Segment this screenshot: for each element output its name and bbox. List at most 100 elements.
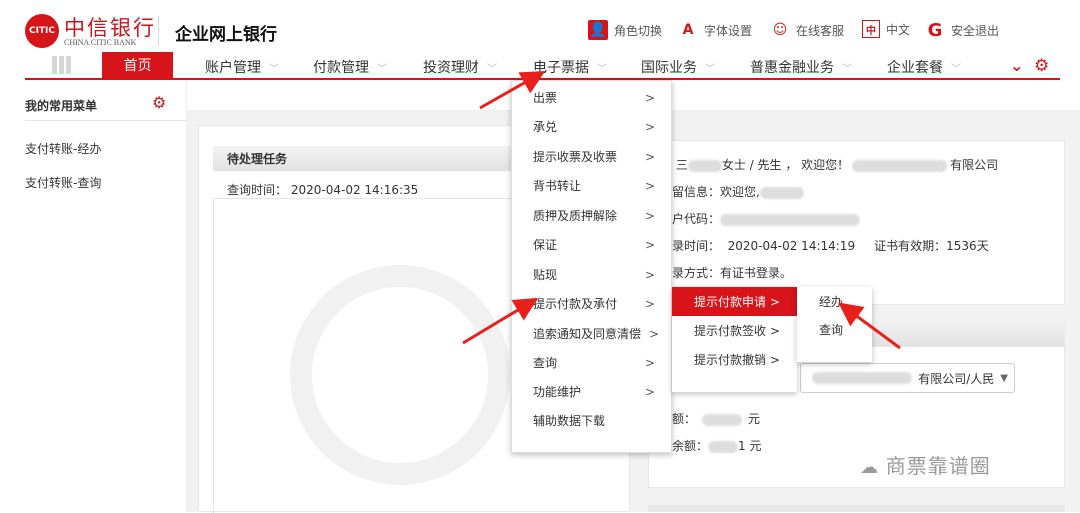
- text: 女士 / 先生 ， 欢迎您！: [721, 158, 850, 172]
- menu-item-active[interactable]: 提示付款及承付 >: [512, 289, 671, 318]
- tool-label: 字体设置: [704, 23, 753, 38]
- logo-english: CHINA CITIC BANK: [64, 38, 137, 47]
- submenu-item-active[interactable]: 提示付款申请 >: [672, 287, 797, 316]
- sidebar-item[interactable]: 支付转账-查询: [25, 174, 101, 191]
- menu-label: 提示付款及承付: [533, 297, 618, 311]
- divider: [25, 120, 187, 121]
- logout-icon: G: [927, 19, 943, 41]
- query-time-value: 2020-04-02 14:16:35: [290, 183, 419, 197]
- font-settings-button[interactable]: A 字体设置: [678, 20, 752, 40]
- user-icon: 👤: [588, 20, 608, 40]
- nav-home[interactable]: 首页: [102, 52, 173, 78]
- menu-item[interactable]: 质押及质押解除 >: [512, 201, 671, 230]
- divider: [213, 199, 214, 513]
- redacted: [759, 186, 804, 199]
- sidebar-item[interactable]: 支付转账-经办: [25, 140, 101, 157]
- nav-item[interactable]: 账户管理 ﹀: [205, 57, 279, 77]
- menu-item[interactable]: 贴现 >: [512, 260, 671, 289]
- chevron-right-icon: >: [644, 296, 655, 311]
- submenu-item[interactable]: 提示付款签收 >: [672, 316, 797, 345]
- menu-item[interactable]: 承兑 >: [512, 112, 671, 141]
- menu-label: 贴现: [533, 268, 558, 282]
- text: 1 元: [738, 439, 762, 453]
- nav-item[interactable]: 投资理财 ﹀: [423, 57, 497, 77]
- redacted: [687, 159, 722, 172]
- action-submenu: 经办 查询: [797, 287, 872, 362]
- chevron-right-icon: >: [644, 267, 655, 282]
- menu-label: 承兑: [533, 120, 558, 134]
- submenu-item[interactable]: 提示付款撤销 >: [672, 345, 797, 374]
- redacted: [812, 372, 913, 384]
- nav-item[interactable]: 付款管理 ﹀: [313, 57, 387, 77]
- redacted: [720, 213, 861, 226]
- nav-item[interactable]: 企业套餐 ﹀: [887, 57, 961, 77]
- grid-menu-icon[interactable]: [52, 56, 72, 74]
- menu-item[interactable]: 功能维护 >: [512, 377, 671, 406]
- expand-nav-icon[interactable]: ⌄: [1010, 56, 1023, 75]
- watermark: ☁ 商票靠谱圈: [860, 450, 991, 479]
- chevron-down-icon: ﹀: [487, 64, 497, 75]
- tool-label: 在线客服: [796, 23, 845, 38]
- nav-item[interactable]: 国际业务 ﹀: [641, 57, 715, 77]
- nav-label: 账户管理: [205, 60, 261, 76]
- chevron-right-icon: >: [644, 119, 655, 134]
- menu-item[interactable]: 背书转让 >: [512, 171, 671, 200]
- role-switch-button[interactable]: 👤 角色切换: [588, 20, 662, 40]
- language-icon: 中: [862, 20, 880, 38]
- gear-icon[interactable]: ⚙: [1034, 56, 1049, 76]
- logout-button[interactable]: G 安全退出: [925, 19, 1000, 41]
- nav-label: 投资理财: [423, 60, 479, 76]
- user-code: 的用户代码：: [648, 210, 861, 227]
- chevron-right-icon: >: [644, 178, 655, 193]
- chevron-right-icon: >: [644, 355, 655, 370]
- sidebar-title: 我的常用菜单: [25, 99, 98, 113]
- nav-item[interactable]: 普惠金融业务 ﹀: [750, 57, 852, 77]
- chevron-down-icon: ﹀: [597, 64, 607, 75]
- nav-label: 电子票据: [533, 60, 589, 76]
- menu-item[interactable]: 保证 >: [512, 230, 671, 259]
- tool-label: 安全退出: [951, 23, 1000, 38]
- chevron-right-icon: >: [648, 326, 659, 341]
- redacted: [702, 413, 743, 426]
- menu-label: 保证: [533, 238, 558, 252]
- citic-watermark-logo: [290, 265, 510, 485]
- dropdown-arrow-icon: ▼: [1000, 372, 1008, 384]
- nav-item[interactable]: 电子票据 ﹀: [533, 57, 607, 77]
- chevron-down-icon: ﹀: [842, 64, 852, 75]
- welcome-line: 敬的 三女士 / 先生 ， 欢迎您！有限公司: [648, 156, 998, 173]
- submenu-item-query[interactable]: 查询: [797, 315, 872, 344]
- menu-label: 辅助数据下载: [533, 414, 606, 428]
- menu-item[interactable]: 出票 >: [512, 83, 671, 112]
- chevron-down-icon: ﹀: [377, 64, 387, 75]
- submenu-item-handle[interactable]: 经办: [797, 287, 872, 316]
- menu-item[interactable]: 追索通知及同意清偿 >: [512, 319, 671, 348]
- menu-item[interactable]: 提示收票及收票 >: [512, 142, 671, 171]
- text: 有限公司: [950, 158, 999, 172]
- citic-logo: CITIC: [25, 14, 59, 48]
- site-title: 企业网上银行: [175, 25, 277, 45]
- text: 元: [748, 412, 761, 426]
- nav-label: 企业套餐: [887, 60, 943, 76]
- nav-label: 付款管理: [313, 60, 369, 76]
- e-bill-dropdown: 出票 > 承兑 > 提示收票及收票 > 背书转让 > 质押及质押解除 > 保证 > 贴现 > …: [511, 80, 672, 453]
- chevron-right-icon: >: [644, 208, 655, 223]
- menu-label: 追索通知及同意清偿: [533, 327, 642, 341]
- wechat-icon: ☁: [860, 457, 886, 478]
- watermark-text: 商票靠谱圈: [885, 454, 991, 478]
- payment-submenu: 提示付款申请 > 提示付款签收 > 提示付款撤销 >: [672, 287, 797, 392]
- gear-icon[interactable]: ⚙: [152, 93, 166, 112]
- chevron-right-icon: >: [644, 237, 655, 252]
- font-size-icon: A: [682, 22, 694, 38]
- menu-label: 查询: [533, 356, 558, 370]
- tool-label: 角色切换: [614, 23, 663, 38]
- nav-label: 国际业务: [641, 60, 697, 76]
- menu-item[interactable]: 查询 >: [512, 348, 671, 377]
- customer-service-icon: ☺: [772, 22, 788, 38]
- account-select[interactable]: 有限公司/人民 ▼: [800, 363, 1015, 393]
- tool-label: 中文: [886, 22, 911, 37]
- online-service-button[interactable]: ☺ 在线客服: [770, 20, 844, 40]
- menu-item[interactable]: 辅助数据下载: [512, 406, 671, 435]
- chevron-right-icon: >: [644, 149, 655, 164]
- menu-label: 质押及质押解除: [533, 209, 618, 223]
- language-button[interactable]: 中中文: [862, 20, 910, 38]
